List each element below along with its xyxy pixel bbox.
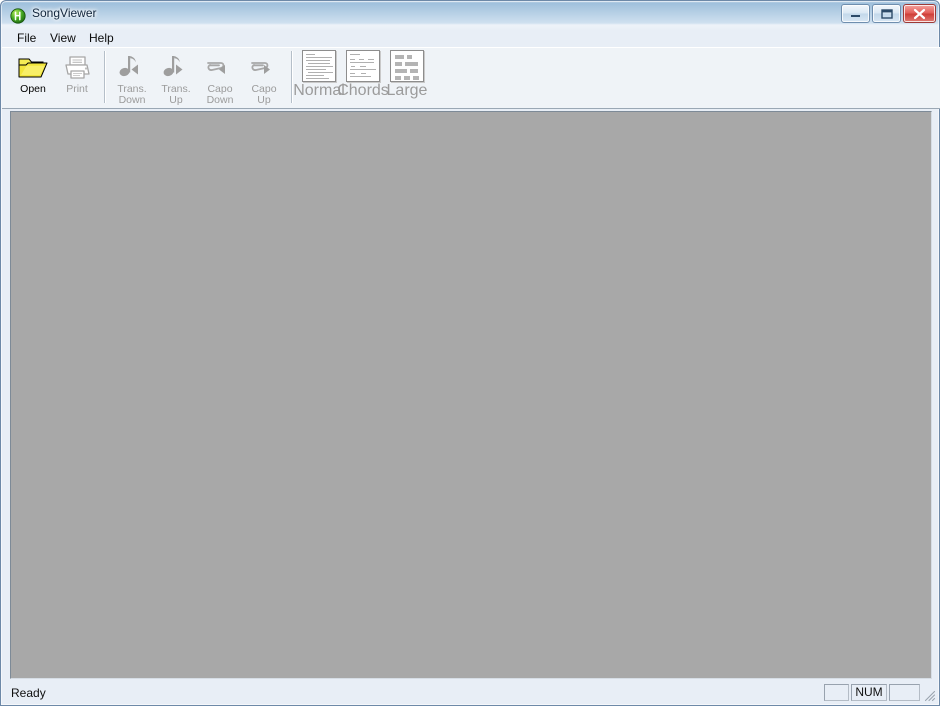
open-folder-icon [17, 53, 49, 83]
songviewer-note-icon [10, 8, 26, 24]
document-client-area[interactable] [10, 111, 932, 679]
menu-bar: File View Help [2, 29, 940, 47]
toolbar-separator-1 [104, 51, 105, 103]
toolbar-separator-2 [291, 51, 292, 103]
menu-item-view[interactable]: View [43, 30, 83, 46]
page-large-icon [390, 50, 424, 82]
toolbar: Open Print Trans. Down Trans. Up Capo Do… [2, 47, 940, 109]
print-button-label: Print [66, 83, 88, 95]
application-window: SongViewer File View Help Open Print Tra… [0, 0, 940, 706]
transpose-up-label: Trans. Up [161, 83, 191, 106]
minimize-button[interactable] [841, 4, 870, 23]
menu-item-file[interactable]: File [10, 30, 43, 46]
resize-grip-icon[interactable] [923, 689, 936, 702]
capo-up-label: Capo Up [251, 83, 277, 106]
open-button-label: Open [20, 83, 46, 95]
menu-item-help[interactable]: Help [82, 30, 121, 46]
page-chords-icon [346, 50, 380, 82]
view-large-label: Large [386, 82, 428, 99]
status-message: Ready [11, 686, 46, 700]
transpose-down-label: Trans. Down [117, 83, 147, 106]
open-button[interactable]: Open [11, 48, 55, 106]
print-button[interactable]: Print [55, 48, 99, 106]
status-bar: Ready NUM [2, 681, 940, 706]
view-normal-button[interactable]: Normal [293, 50, 345, 100]
printer-icon [61, 53, 93, 83]
capo-down-button[interactable]: Capo Down [198, 48, 242, 106]
close-button[interactable] [903, 4, 936, 23]
view-large-button[interactable]: Large [385, 50, 429, 100]
view-chords-label: Chords [337, 82, 389, 99]
maximize-button[interactable] [872, 4, 901, 23]
close-icon [913, 8, 926, 20]
capo-up-button[interactable]: Capo Up [242, 48, 286, 106]
window-title: SongViewer [32, 6, 97, 20]
note-right-arrow-icon [160, 53, 192, 83]
status-pane-3 [889, 684, 920, 701]
note-left-arrow-icon [116, 53, 148, 83]
view-chords-button[interactable]: Chords [337, 50, 389, 100]
maximize-icon [881, 9, 893, 19]
capo-down-label: Capo Down [206, 83, 234, 106]
capo-left-arrow-icon [204, 53, 236, 83]
page-normal-icon [302, 50, 336, 82]
capo-right-arrow-icon [248, 53, 280, 83]
status-pane-1 [824, 684, 849, 701]
transpose-up-button[interactable]: Trans. Up [154, 48, 198, 106]
minimize-icon [851, 15, 860, 17]
title-bar[interactable]: SongViewer [1, 1, 940, 29]
transpose-down-button[interactable]: Trans. Down [110, 48, 154, 106]
status-pane-num: NUM [851, 684, 887, 701]
